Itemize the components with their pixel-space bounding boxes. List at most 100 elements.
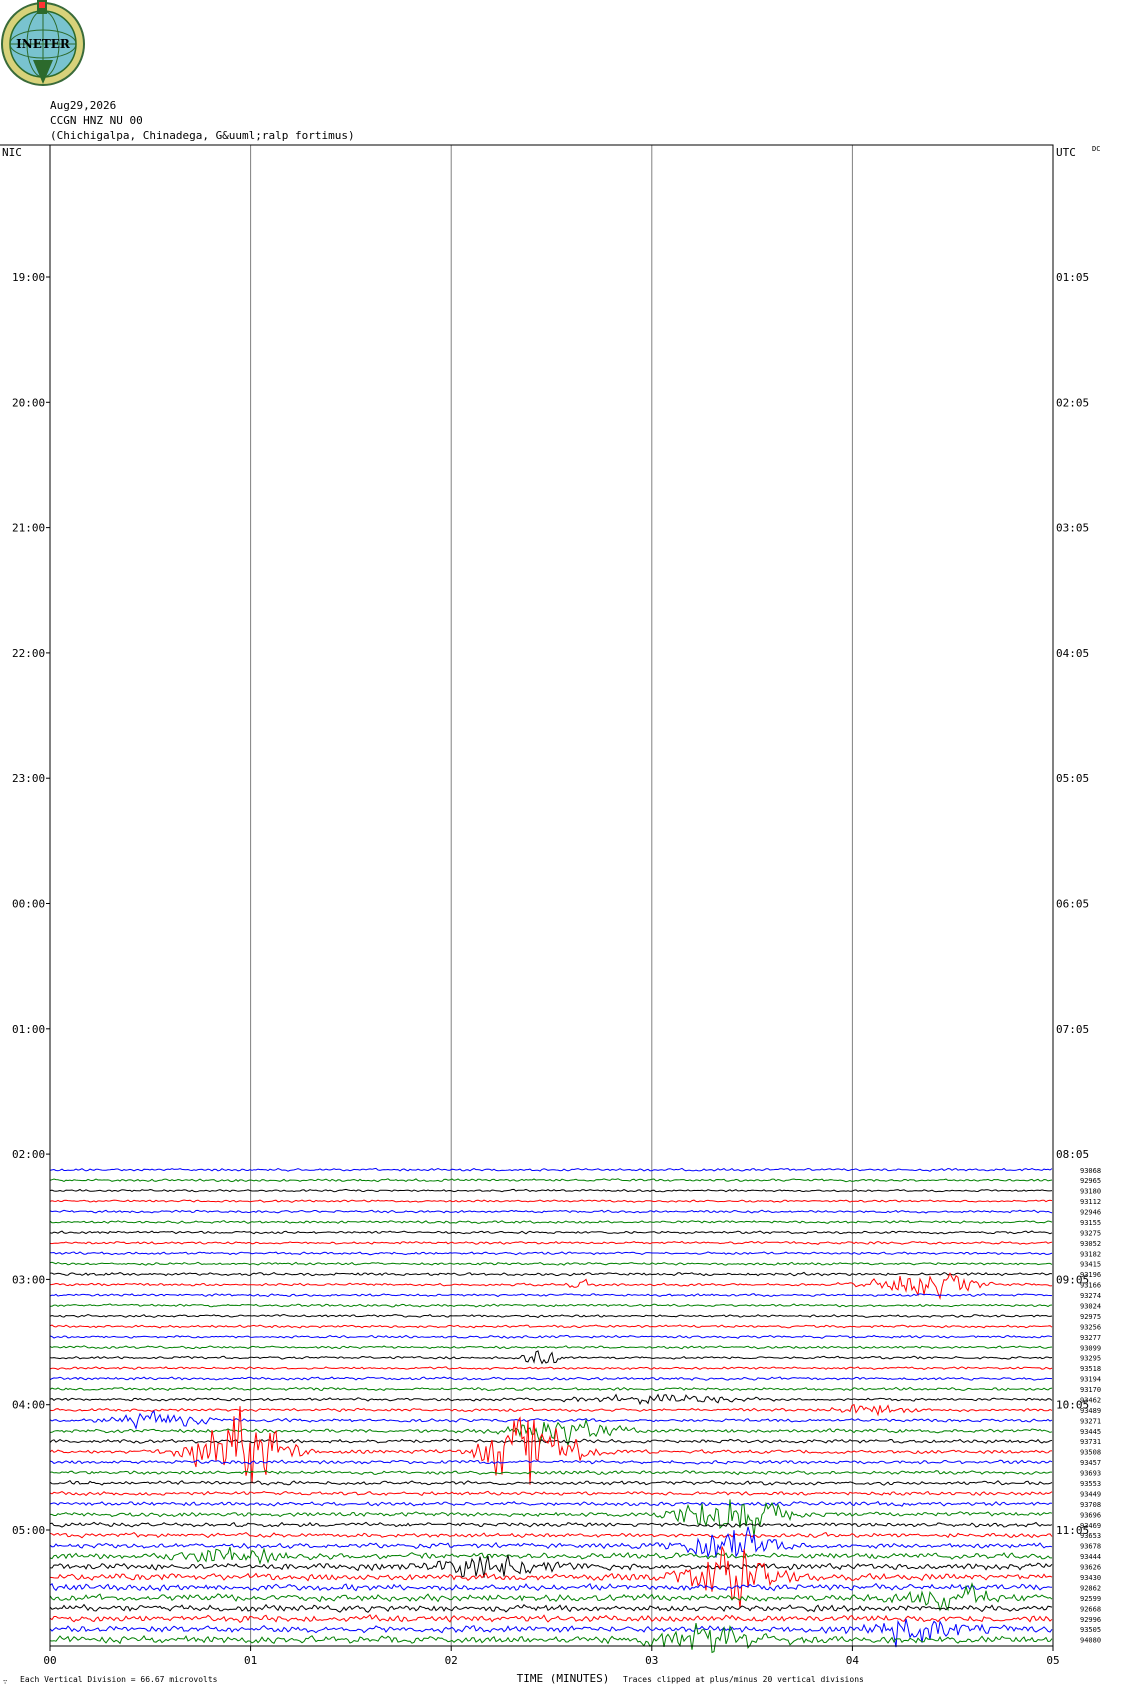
trace-count-label: 93731 [1080,1438,1101,1446]
trace-row-10 [49,1261,1053,1266]
trace-row-35 [49,1521,1053,1528]
trace-row-2 [49,1178,1053,1183]
trace-count-label: 93693 [1080,1470,1101,1478]
trace-count-label: 93275 [1080,1229,1101,1237]
trace-count-label: 93274 [1080,1292,1101,1300]
trace-row-37 [49,1526,1053,1558]
trace-row-16 [49,1324,1053,1329]
trace-row-4 [49,1199,1053,1203]
trace-row-45 [49,1618,1053,1648]
trace-row-11 [50,1271,1053,1277]
clip-note: Traces clipped at plus/minus 20 vertical… [623,1675,864,1684]
trace-row-31 [49,1479,1053,1486]
trace-count-label: 93277 [1080,1334,1101,1342]
x-axis-title: TIME (MINUTES) [517,1672,610,1685]
trace-row-18 [49,1345,1053,1350]
trace-count-label: 92668 [1080,1605,1101,1613]
trace-count-label: 93445 [1080,1428,1101,1436]
trace-count-label: 93678 [1080,1543,1101,1551]
trace-count-label: 93626 [1080,1564,1101,1572]
trace-row-33 [49,1500,1053,1507]
trace-count-label: 93099 [1080,1344,1101,1352]
trace-count-label: 93182 [1080,1250,1101,1258]
trace-row-6 [49,1220,1053,1224]
trace-count-label: 92946 [1080,1209,1101,1217]
trace-row-14 [50,1303,1053,1308]
left-hour-label: 05:00 [12,1524,45,1537]
trace-count-label: 93415 [1080,1261,1101,1269]
x-tick-label: 05 [1046,1654,1059,1667]
trace-count-label: 93444 [1080,1553,1101,1561]
trace-row-38 [49,1546,1052,1566]
left-hour-label: 03:00 [12,1273,45,1286]
right-hour-label: 06:05 [1056,898,1089,911]
trace-count-label: 93457 [1080,1459,1101,1467]
left-hour-label: 01:00 [12,1023,45,1036]
right-hour-label: 05:05 [1056,772,1089,785]
right-hour-label: 10:05 [1056,1399,1089,1412]
seismic-traces [49,1167,1053,1654]
right-hour-label: 04:05 [1056,647,1089,660]
trace-row-5 [49,1209,1053,1214]
trace-count-label: 93194 [1080,1376,1101,1384]
trace-row-13 [49,1293,1053,1298]
right-hour-label: 07:05 [1056,1023,1089,1036]
trace-count-label: 92862 [1080,1584,1101,1592]
x-tick-label: 04 [846,1654,860,1667]
trace-row-19 [49,1350,1053,1365]
trace-row-21 [49,1376,1053,1381]
left-hour-label: 23:00 [12,772,45,785]
trace-row-8 [49,1240,1053,1245]
trace-count-label: 92599 [1080,1595,1101,1603]
x-tick-label: 00 [43,1654,56,1667]
trace-row-17 [49,1334,1053,1339]
trace-row-25 [49,1409,1053,1430]
trace-row-36 [49,1531,1053,1539]
trace-count-label: 93508 [1080,1449,1101,1457]
trace-count-label: 93170 [1080,1386,1101,1394]
trace-count-label: 94080 [1080,1637,1101,1645]
plot-axes: 93068 92965 93180 93112 92946 93155 93275 93052… [0,144,1101,1686]
trace-count-label: 93068 [1080,1167,1101,1175]
trace-count-label: 93024 [1080,1303,1101,1311]
helicorder-chart: 93068 92965 93180 93112 92946 93155 93275 93052… [0,144,1101,1686]
trace-count-label: 93256 [1080,1323,1101,1331]
trace-count-label: 93295 [1080,1355,1101,1363]
trace-count-label: 93708 [1080,1501,1101,1509]
trace-count-label: 93553 [1080,1480,1101,1488]
trace-count-label: 93518 [1080,1365,1101,1373]
right-hour-label: 03:05 [1056,522,1089,535]
trace-count-label: 93449 [1080,1490,1101,1498]
trace-row-44 [49,1613,1053,1623]
x-tick-label: 02 [445,1654,458,1667]
trace-row-43 [49,1603,1053,1613]
trace-row-41 [49,1582,1053,1592]
trace-row-24 [49,1403,1053,1417]
left-hour-label: 19:00 [12,271,45,284]
trace-count-label: 92996 [1080,1616,1101,1624]
trace-count-label: 93112 [1080,1198,1101,1206]
trace-count-label: 92965 [1080,1177,1101,1185]
left-hour-label: 21:00 [12,522,45,535]
left-zone-label: NIC [2,146,22,159]
left-hour-label: 22:00 [12,647,45,660]
trace-row-3 [49,1188,1053,1193]
left-hour-label: 20:00 [12,396,45,409]
corner-mark: ∵ [3,1678,7,1686]
right-hour-label: 02:05 [1056,396,1089,409]
left-hour-label: 04:00 [12,1399,45,1412]
x-tick-label: 01 [244,1654,257,1667]
trace-count-label: 93505 [1080,1626,1101,1634]
left-hour-label: 02:00 [12,1148,45,1161]
trace-row-20 [49,1366,1053,1371]
left-hour-label: 00:00 [12,898,45,911]
right-hour-label: 01:05 [1056,271,1089,284]
trace-row-15 [49,1313,1053,1319]
trace-row-22 [49,1386,1053,1392]
right-hour-label: 11:05 [1056,1524,1089,1537]
trace-row-7 [49,1230,1053,1235]
trace-row-30 [49,1469,1052,1476]
trace-count-label: 93155 [1080,1219,1101,1227]
trace-count-label: 93180 [1080,1188,1101,1196]
x-tick-label: 03 [645,1654,658,1667]
